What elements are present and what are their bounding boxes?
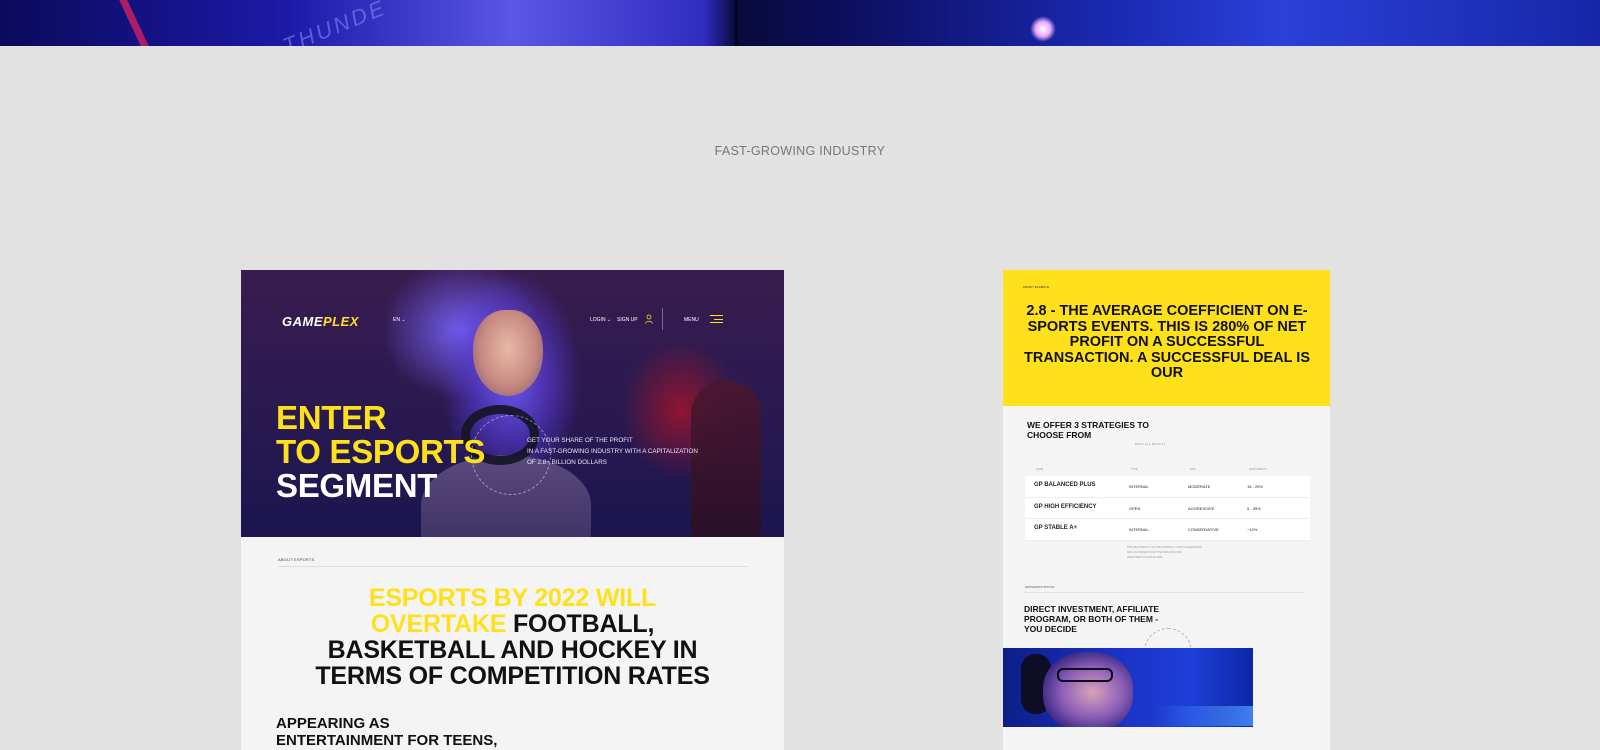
- appearing-heading: APPEARING AS ENTERTAINMENT FOR TEENS,: [276, 715, 497, 749]
- strategies-table: GP BALANCED PLUS INTERNAL MODERATE 15 - …: [1025, 476, 1310, 541]
- hero-title: ENTER TO ESPORTS SEGMENT: [276, 401, 485, 503]
- hero-subtitle-line3: OF 2.8+ BILLION DOLLARS: [527, 459, 607, 466]
- strategy-type: INTERNAL: [1129, 527, 1149, 532]
- hero-title-line3: SEGMENT: [276, 467, 438, 504]
- language-label: EN: [393, 317, 400, 323]
- nav-separator: [662, 308, 663, 330]
- strategy-profit: ~10%: [1247, 527, 1258, 532]
- light-glow: [1030, 16, 1056, 42]
- gamer-photo: [1003, 648, 1253, 727]
- appearing-line1: APPEARING AS: [276, 715, 390, 732]
- appearing-line2: ENTERTAINMENT FOR TEENS,: [276, 732, 498, 749]
- strategies-heading-line2: CHOOSE FROM: [1027, 430, 1092, 440]
- partnership-heading-line1: DIRECT INVESTMENT, AFFILIATE: [1024, 604, 1160, 614]
- user-icon[interactable]: [645, 314, 653, 324]
- col-header-name: NAME: [1036, 468, 1044, 471]
- partnership-heading-line3: YOU DECIDE: [1024, 624, 1077, 634]
- divider: [278, 566, 748, 567]
- logo-game: GAME: [282, 314, 323, 329]
- hamburger-icon[interactable]: [710, 315, 723, 323]
- screen-light-shape: [1153, 706, 1253, 726]
- partnership-heading-line2: PROGRAM, OR BOTH OF THEM -: [1024, 614, 1159, 624]
- top-photo-strip: THUNDE: [0, 0, 1600, 46]
- esports-headline: ESPORTS BY 2022 WILL OVERTAKE FOOTBALL, …: [241, 585, 784, 689]
- headline-black-1: FOOTBALL,: [512, 610, 655, 638]
- strategy-name: GP HIGH EFFICIENCY: [1034, 503, 1097, 510]
- table-row[interactable]: GP HIGH EFFICIENCY OPEN AGGRESSIVE 5 - 3…: [1025, 497, 1310, 519]
- col-header-profit: PROFITABILITY: [1249, 468, 1268, 471]
- headline-yellow-1: ESPORTS BY 2022 WILL: [368, 584, 657, 612]
- gamer-face-shape: [1043, 652, 1133, 727]
- top-nav: GAMEPLEX EN ⌄ LOGIN ⌄ SIGN UP MENU: [241, 270, 784, 330]
- chevron-down-icon: ⌄: [401, 317, 406, 323]
- strategy-profit: 5 - 35%: [1247, 505, 1261, 511]
- pink-light-stripe: [119, 0, 149, 46]
- partnership-heading: DIRECT INVESTMENT, AFFILIATE PROGRAM, OR…: [1024, 604, 1159, 634]
- hero-title-line2: TO ESPORTS: [276, 433, 486, 470]
- strategy-name: GP BALANCED PLUS: [1034, 482, 1096, 488]
- gameplex-logo[interactable]: GAMEPLEX: [282, 314, 359, 329]
- login-label: LOGIN: [590, 317, 606, 323]
- headline-yellow-2: OVERTAKE: [370, 610, 507, 638]
- hero-subtitle-line2: IN A FAST-GROWING INDUSTRY WITH A CAPITA…: [527, 448, 698, 455]
- strategy-risk: AGGRESSIVE: [1188, 505, 1215, 511]
- hero-title-line1: ENTER: [276, 399, 387, 436]
- table-row[interactable]: GP STABLE A+ INTERNAL CONSERVATIVE ~10%: [1025, 519, 1310, 541]
- coefficient-label: PROFIT EXAMPLE: [1023, 285, 1049, 289]
- disclaimer-note: INVESTMENTS INVOLVE RISK: [1127, 556, 1163, 559]
- about-label: ABOUT ESPORTS: [278, 557, 315, 562]
- hero-subtitle: GET YOUR SHARE OF THE PROFIT IN A FAST-G…: [527, 435, 727, 468]
- glasses-shape: [1057, 668, 1113, 682]
- section-title: FAST-GROWING INDUSTRY: [714, 144, 886, 158]
- divider: [1025, 592, 1305, 593]
- disclaimer-note: AND CAN DIFFER FROM THE INDICATED ONE: [1127, 551, 1182, 554]
- chevron-down-icon: ⌄: [606, 317, 612, 323]
- strategy-type: OPEN: [1129, 505, 1141, 511]
- strategy-profit: 15 - 25%: [1247, 484, 1264, 489]
- headline-black-2: BASKETBALL AND HOCKEY IN: [327, 636, 698, 664]
- strategies-table-header: NAME TYPE RISK PROFITABILITY: [1027, 468, 1310, 474]
- logo-plex: PLEX: [323, 314, 359, 329]
- headline-black-3: TERMS OF COMPETITION RATES: [315, 662, 710, 690]
- jersey-text: THUNDE: [279, 0, 391, 46]
- strategies-heading: WE OFFER 3 STRATEGIES TO CHOOSE FROM: [1027, 420, 1149, 440]
- hero-subtitle-line1: GET YOUR SHARE OF THE PROFIT: [527, 437, 633, 444]
- landing-mockup-right: PROFIT EXAMPLE 2.8 - THE AVERAGE COEFFIC…: [1003, 270, 1330, 750]
- login-link[interactable]: LOGIN ⌄: [590, 317, 611, 323]
- coefficient-text: 2.8 - THE AVERAGE COEFFICIENT ON E-SPORT…: [1024, 303, 1310, 381]
- strategy-name: GP STABLE A+: [1034, 525, 1078, 531]
- disclaimer-note: THE PROFITABILITY OF THE STRATEGY IS NOT…: [1127, 546, 1202, 549]
- hero-banner: GAMEPLEX EN ⌄ LOGIN ⌄ SIGN UP MENU ENTER…: [241, 270, 784, 537]
- partnership-label: PARTNERSHIP OPTIONS: [1025, 586, 1055, 589]
- col-header-type: TYPE: [1131, 468, 1138, 471]
- read-details-link[interactable]: READ ALL DETAILS: [1135, 443, 1166, 446]
- col-header-risk: RISK: [1190, 468, 1196, 471]
- menu-label[interactable]: MENU: [684, 317, 699, 323]
- language-select[interactable]: EN ⌄: [393, 317, 406, 323]
- coefficient-block: PROFIT EXAMPLE 2.8 - THE AVERAGE COEFFIC…: [1003, 270, 1330, 406]
- table-row[interactable]: GP BALANCED PLUS INTERNAL MODERATE 15 - …: [1025, 476, 1310, 498]
- signup-link[interactable]: SIGN UP: [617, 317, 638, 323]
- strategy-risk: CONSERVATIVE: [1188, 527, 1219, 532]
- landing-mockup-left: GAMEPLEX EN ⌄ LOGIN ⌄ SIGN UP MENU ENTER…: [241, 270, 784, 750]
- strategies-heading-line1: WE OFFER 3 STRATEGIES TO: [1027, 420, 1150, 430]
- dark-divider-stripe: [735, 0, 738, 46]
- strategy-risk: MODERATE: [1188, 484, 1211, 489]
- strategy-type: INTERNAL: [1129, 484, 1149, 489]
